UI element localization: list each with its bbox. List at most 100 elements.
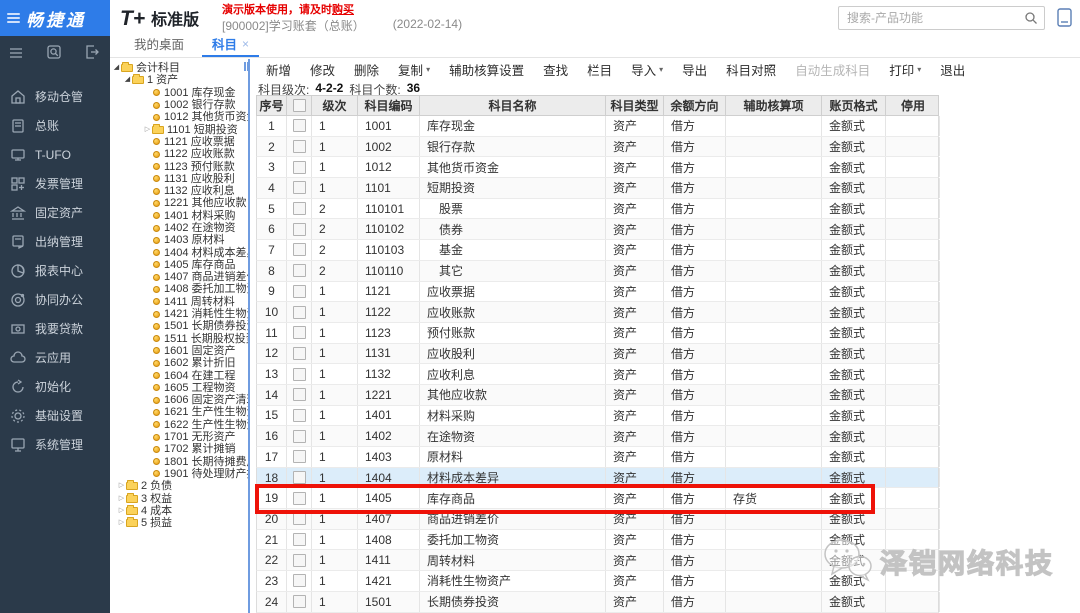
tree-node-account[interactable]: 1602 累计折旧 (110, 357, 248, 369)
checkbox-icon[interactable] (293, 306, 306, 319)
checkbox-icon[interactable] (293, 326, 306, 339)
tree-node-account[interactable]: ▷1101 短期投资 (110, 123, 248, 135)
checkbox-icon[interactable] (293, 450, 306, 463)
toolbar-button-查找[interactable]: 查找 (543, 60, 568, 79)
tree-node-account[interactable]: 1606 固定资产清理 (110, 394, 248, 406)
sidebar-item-初始化[interactable]: 初始化 (0, 372, 110, 401)
checkbox-icon[interactable] (293, 574, 306, 587)
row-checkbox[interactable] (287, 240, 312, 260)
tree-node-account[interactable]: 1701 无形资产 (110, 431, 248, 443)
tree-node-account[interactable]: 1405 库存商品 (110, 259, 248, 271)
sidebar-item-我要贷款[interactable]: 我要贷款 (0, 314, 110, 343)
table-row-1131[interactable]: 1211131应收股利资产借方金额式 (256, 344, 939, 365)
row-checkbox[interactable] (287, 261, 312, 281)
chevron-down-icon[interactable]: ▾ (917, 65, 921, 74)
collapse-menu-icon[interactable] (9, 46, 23, 64)
toolbar-button-退出[interactable]: 退出 (940, 60, 965, 79)
tree-collapsed-arrow-icon[interactable]: ▷ (117, 493, 126, 505)
toolbar-button-修改[interactable]: 修改 (310, 60, 335, 79)
checkbox-icon[interactable] (293, 347, 306, 360)
tree-node-account[interactable]: 1511 长期股权投资 (110, 333, 248, 345)
checkbox-icon[interactable] (293, 430, 306, 443)
table-row-1221[interactable]: 1411221其他应收款资产借方金额式 (256, 385, 939, 406)
checkbox-icon[interactable] (293, 409, 306, 422)
tree-node-account[interactable]: 1122 应收账款 (110, 148, 248, 160)
tree-node-account[interactable]: 1404 材料成本差异 (110, 246, 248, 258)
sidebar-item-出纳管理[interactable]: 出纳管理 (0, 227, 110, 256)
row-checkbox[interactable] (287, 509, 312, 529)
row-checkbox[interactable] (287, 571, 312, 591)
row-checkbox[interactable] (287, 426, 312, 446)
tree-node-account[interactable]: 1601 固定资产 (110, 345, 248, 357)
table-row-1403[interactable]: 1711403原材料资产借方金额式 (256, 447, 939, 468)
table-row-1012[interactable]: 311012其他货币资金资产借方金额式 (256, 157, 939, 178)
sidebar-item-移动仓管[interactable]: 移动仓管 (0, 82, 110, 111)
buy-link[interactable]: 购买 (332, 4, 354, 16)
tree-node-account[interactable]: 1702 累计摊销 (110, 443, 248, 455)
toolbar-button-打印[interactable]: 打印▾ (889, 60, 921, 79)
table-row-110102[interactable]: 62110102债券资产借方金额式 (256, 219, 939, 240)
toolbar-button-删除[interactable]: 删除 (354, 60, 379, 79)
checkbox-icon[interactable] (293, 471, 306, 484)
table-row-110103[interactable]: 72110103基金资产借方金额式 (256, 240, 939, 261)
table-row-1404[interactable]: 1811404材料成本差异资产借方金额式 (256, 468, 939, 489)
sidebar-item-发票管理[interactable]: 发票管理 (0, 169, 110, 198)
checkbox-icon[interactable] (293, 119, 306, 132)
table-row-1501[interactable]: 2411501长期债券投资资产借方金额式 (256, 592, 939, 613)
checkbox-icon[interactable] (293, 595, 306, 608)
checkbox-icon[interactable] (293, 285, 306, 298)
table-row-1407[interactable]: 2011407商品进销差价资产借方金额式 (256, 509, 939, 530)
checkbox-icon[interactable] (293, 99, 306, 112)
row-checkbox[interactable] (287, 116, 312, 136)
tree-expanded-arrow-icon[interactable]: ◢ (123, 74, 132, 86)
tree-node-account[interactable]: 1221 其他应收款 (110, 197, 248, 209)
table-row-1122[interactable]: 1011122应收账款资产借方金额式 (256, 302, 939, 323)
tree-node-account[interactable]: 1402 在途物资 (110, 222, 248, 234)
sidebar-item-基础设置[interactable]: 基础设置 (0, 401, 110, 430)
tree-node-account[interactable]: 1408 委托加工物资 (110, 283, 248, 295)
sidebar-item-云应用[interactable]: 云应用 (0, 343, 110, 372)
row-checkbox[interactable] (287, 488, 312, 508)
table-row-1402[interactable]: 1611402在途物资资产借方金额式 (256, 426, 939, 447)
table-row-1101[interactable]: 411101短期投资资产借方金额式 (256, 178, 939, 199)
row-checkbox[interactable] (287, 344, 312, 364)
row-checkbox[interactable] (287, 592, 312, 612)
row-checkbox[interactable] (287, 219, 312, 239)
app-logo[interactable]: 畅捷通 (0, 0, 110, 36)
table-row-1401[interactable]: 1511401材料采购资产借方金额式 (256, 406, 939, 427)
checkbox-icon[interactable] (293, 202, 306, 215)
checkbox-icon[interactable] (293, 243, 306, 256)
row-checkbox[interactable] (287, 447, 312, 467)
tree-collapsed-arrow-icon[interactable]: ▷ (117, 505, 126, 517)
toolbar-button-新增[interactable]: 新增 (266, 60, 291, 79)
search-icon[interactable] (1024, 11, 1038, 25)
tree-node-account[interactable]: 1132 应收利息 (110, 185, 248, 197)
device-icon[interactable] (1057, 8, 1072, 32)
table-row-1408[interactable]: 2111408委托加工物资资产借方金额式 (256, 530, 939, 551)
tree-node-account[interactable]: 1403 原材料 (110, 234, 248, 246)
tree-node-account[interactable]: 1901 待处理财产损溢 (110, 468, 248, 480)
checkbox-icon[interactable] (293, 140, 306, 153)
row-checkbox[interactable] (287, 282, 312, 302)
tree-node-account[interactable]: 1605 工程物资 (110, 382, 248, 394)
tree-node-account[interactable]: 1012 其他货币资金 (110, 111, 248, 123)
toolbar-button-复制[interactable]: 复制▾ (398, 60, 430, 79)
checkbox-icon[interactable] (293, 554, 306, 567)
tree-node-account[interactable]: 1421 消耗性生物资产 (110, 308, 248, 320)
sidebar-item-系统管理[interactable]: 系统管理 (0, 430, 110, 459)
row-checkbox[interactable] (287, 178, 312, 198)
row-checkbox[interactable] (287, 550, 312, 570)
tree-node-account[interactable]: 1123 预付账款 (110, 160, 248, 172)
tree-node-account[interactable]: 1411 周转材料 (110, 296, 248, 308)
table-row-1405[interactable]: 1911405库存商品资产借方存货金额式 (256, 488, 939, 509)
row-checkbox[interactable] (287, 385, 312, 405)
toolbar-button-导出[interactable]: 导出 (682, 60, 707, 79)
row-checkbox[interactable] (287, 302, 312, 322)
tree-node-account[interactable]: 1622 生产性生物资产累 (110, 419, 248, 431)
splitter-handle[interactable] (244, 62, 250, 71)
table-row-1421[interactable]: 2311421消耗性生物资产资产借方金额式 (256, 571, 939, 592)
toolbar-button-栏目[interactable]: 栏目 (587, 60, 612, 79)
row-checkbox[interactable] (287, 323, 312, 343)
sidebar-item-报表中心[interactable]: 报表中心 (0, 256, 110, 285)
checkbox-icon[interactable] (293, 512, 306, 525)
